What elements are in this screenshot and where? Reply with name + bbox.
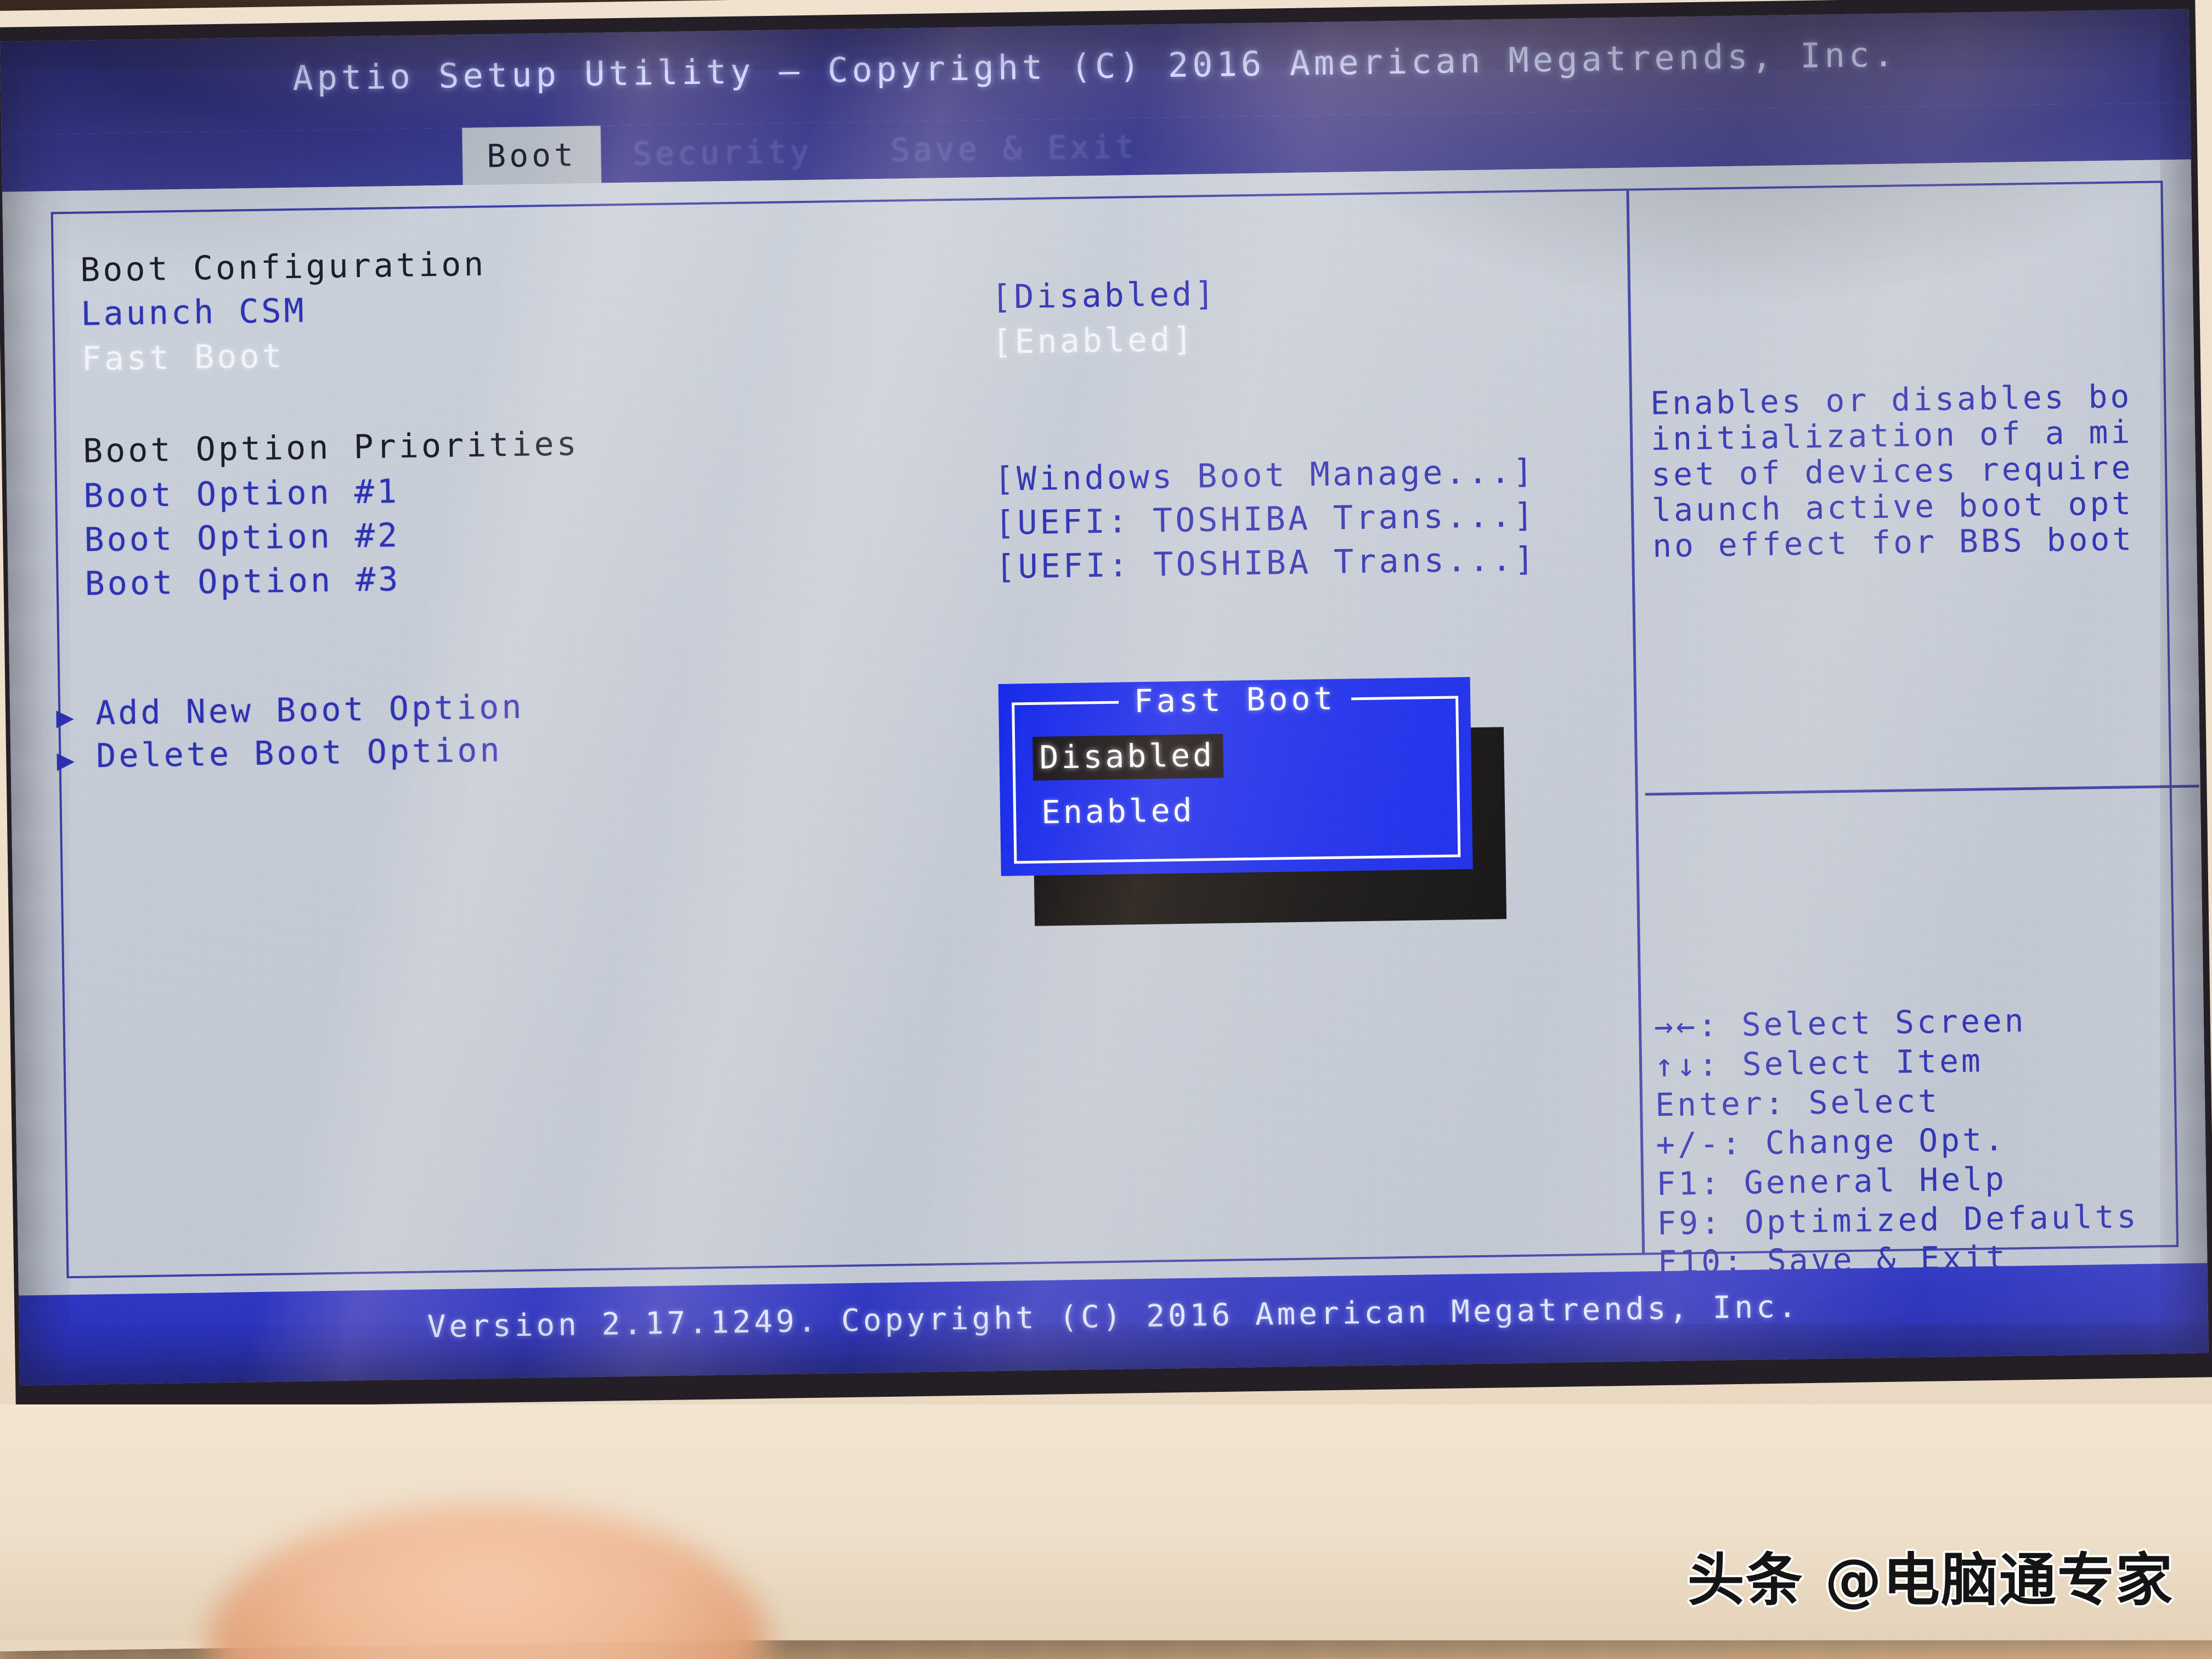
page-title: Aptio Setup Utility – Copyright (C) 2016… (292, 34, 1898, 98)
dialog-option-enabled[interactable]: Enabled (1041, 792, 1195, 831)
setting-fast-boot-label[interactable]: Fast Boot (81, 337, 285, 378)
section-header-boot-option-priorities: Boot Option Priorities (82, 425, 580, 471)
legend-optimized-defaults: F9: Optimized Defaults (1656, 1197, 2139, 1242)
bios-setup-utility: Aptio Setup Utility – Copyright (C) 2016… (0, 9, 2209, 1386)
tab-security[interactable]: Security (632, 123, 812, 183)
dialog-option-disabled[interactable]: Disabled (1032, 733, 1224, 781)
section-header-boot-configuration: Boot Configuration (80, 245, 487, 290)
boot-option-1-value[interactable]: [Windows Boot Manage...] (994, 452, 1536, 499)
triangle-right-icon: ▶ (55, 699, 75, 735)
dialog-title: Fast Boot (1014, 678, 1456, 722)
tab-boot-label: Boot (486, 136, 577, 175)
help-text-panel: Enables or disables bo initialization of… (1650, 377, 2209, 565)
submenu-delete-boot-option[interactable]: Delete Boot Option (96, 731, 503, 775)
submenu-add-new-boot-option[interactable]: Add New Boot Option (95, 688, 524, 733)
help-line: no effect for BBS boot (1652, 520, 2135, 565)
boot-option-3-label[interactable]: Boot Option #3 (84, 560, 401, 603)
laptop-screen: Aptio Setup Utility – Copyright (C) 2016… (0, 9, 2209, 1386)
triangle-right-icon-2: ▶ (57, 742, 75, 777)
setting-launch-csm-label[interactable]: Launch CSM (81, 292, 307, 334)
photo-scene: Aptio Setup Utility – Copyright (C) 2016… (0, 0, 2212, 1659)
boot-option-2-value[interactable]: [UEFI: TOSHIBA Trans...] (995, 496, 1537, 543)
watermark-text: 头条 @电脑通专家 (1687, 1547, 2174, 1613)
setting-launch-csm-value[interactable]: [Disabled] (991, 275, 1217, 317)
boot-option-1-label[interactable]: Boot Option #1 (83, 472, 400, 516)
fast-boot-dialog[interactable]: Fast Boot Disabled Enabled (998, 677, 1473, 876)
boot-option-2-label[interactable]: Boot Option #2 (84, 516, 400, 560)
setting-fast-boot-value[interactable]: [Enabled] (992, 320, 1195, 361)
boot-option-3-value[interactable]: [UEFI: TOSHIBA Trans...] (995, 540, 1537, 586)
tab-security-label: Security (632, 132, 813, 173)
tab-save-and-exit-label: Save & Exit (890, 127, 1138, 169)
dialog-title-label: Fast Boot (1118, 679, 1352, 720)
tab-boot[interactable]: Boot (462, 126, 601, 185)
tab-save-and-exit[interactable]: Save & Exit (890, 118, 1138, 179)
version-text: Version 2.17.1249. Copyright (C) 2016 Am… (427, 1289, 1801, 1345)
dialog-inner-border: Fast Boot Disabled Enabled (1012, 679, 1461, 864)
